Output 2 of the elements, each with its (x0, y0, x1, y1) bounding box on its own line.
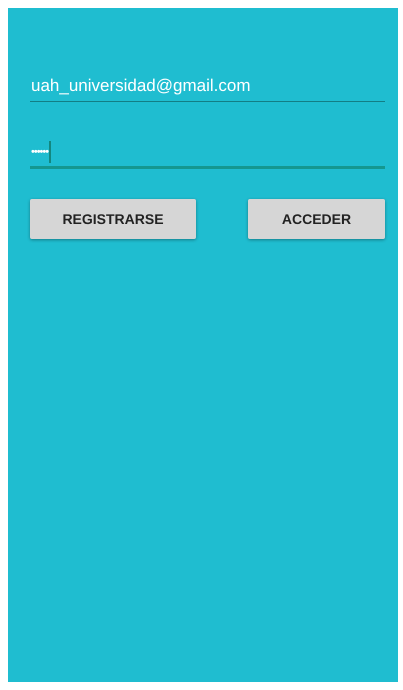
register-button[interactable]: REGISTRARSE (30, 199, 196, 239)
login-button[interactable]: ACCEDER (248, 199, 385, 239)
